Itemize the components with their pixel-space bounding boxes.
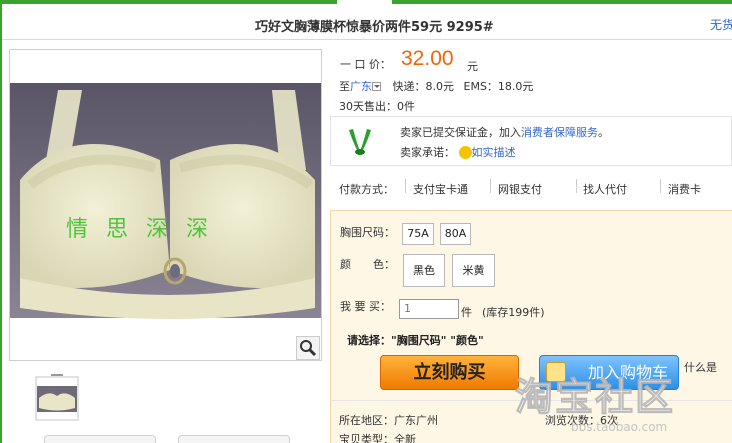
location-value: 广东广州: [394, 414, 438, 427]
image-watermark: 情思深深: [66, 217, 227, 242]
chevron-down-icon[interactable]: [372, 81, 381, 91]
guarantee-line-2: 卖家承诺： 如实描述: [400, 144, 516, 160]
price-value: 32.00: [401, 47, 454, 70]
color-option-black[interactable]: 黑色: [403, 254, 445, 287]
payment-divider: [490, 179, 491, 193]
sales-row: 30天售出：0件: [339, 98, 415, 114]
select-prompt: 请选择："胸围尺码" "颜色": [347, 334, 484, 347]
shipping-to-label: 至: [339, 80, 350, 93]
left-accent-line: [0, 4, 2, 443]
thumbnail-1[interactable]: [35, 376, 79, 421]
sales-value: 0件: [397, 100, 415, 113]
site-watermark: 淘宝社区 bbs.taobao.com: [514, 360, 732, 443]
location-label: 所在地区：: [339, 414, 394, 427]
payment-method-proxy-pay[interactable]: 找人代付: [583, 181, 627, 197]
payment-method-netbank[interactable]: 网银支付: [498, 181, 542, 197]
thumbnail-photo: [37, 386, 77, 412]
size-option-80a[interactable]: 80A: [440, 223, 471, 245]
guarantee-line-1: 卖家已提交保证金，加入消费者保障服务。: [400, 126, 609, 139]
type-row: 宝贝类型：全新: [339, 431, 416, 443]
location-row: 所在地区：广东广州: [339, 412, 438, 428]
stock-count: (库存199件): [482, 306, 545, 319]
quantity-label: 我 要 买：: [340, 300, 391, 313]
payment-method-alipay-card[interactable]: 支付宝卡通: [413, 181, 468, 197]
payment-label: 付款方式：: [339, 183, 394, 196]
quantity-input[interactable]: 1: [399, 299, 459, 319]
top-accent-bar: [0, 0, 732, 4]
payment-divider: [405, 179, 406, 193]
product-photo: [10, 50, 321, 360]
as-described-link[interactable]: 如实描述: [472, 146, 516, 159]
color-label: 颜 色：: [340, 258, 395, 271]
type-label: 宝贝类型：: [339, 433, 394, 443]
site-watermark-text: 淘宝社区: [514, 375, 676, 420]
site-watermark-url: bbs.taobao.com: [571, 420, 668, 434]
header-right-link[interactable]: 无货: [710, 16, 732, 33]
price-label: 一 口 价：: [340, 58, 391, 71]
region-select[interactable]: 广东: [350, 80, 372, 93]
size-option-75a[interactable]: 75A: [402, 223, 434, 245]
hands-icon: [346, 126, 374, 156]
collect-button[interactable]: [178, 435, 290, 443]
quantity-unit: 件: [461, 306, 472, 319]
payment-method-consumer-card[interactable]: 消费卡: [668, 181, 701, 197]
type-value: 全新: [394, 433, 416, 443]
share-button[interactable]: [44, 435, 156, 443]
magnifier-icon: [300, 340, 317, 357]
payment-divider: [660, 179, 661, 193]
consumer-protection-link[interactable]: 消费者保障服务: [521, 126, 598, 139]
promise-icon: [458, 145, 472, 159]
product-title: 巧好文胸薄膜杯惊暴价两件59元 9295#: [255, 20, 494, 35]
shipping-row: 至广东 快递：8.0元 EMS：18.0元: [339, 78, 533, 94]
payment-divider: [576, 179, 577, 193]
buy-now-button[interactable]: 立刻购买: [380, 355, 519, 390]
product-main-image[interactable]: 情思深深: [9, 49, 322, 361]
color-option-beige[interactable]: 米黄: [452, 254, 495, 287]
sales-label: 30天售出：: [339, 100, 397, 113]
ems-fee: EMS：18.0元: [463, 80, 534, 93]
promise-label: 卖家承诺：: [400, 146, 455, 159]
price-unit: 元: [467, 60, 478, 73]
size-label: 胸围尺码：: [340, 226, 395, 239]
express-fee: 快递：8.0元: [392, 80, 455, 93]
zoom-button[interactable]: [296, 336, 320, 360]
